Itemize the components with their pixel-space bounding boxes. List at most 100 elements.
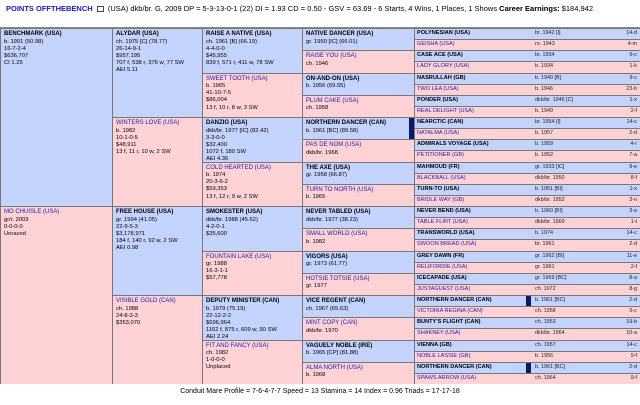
- horse-meta: b. 1961 [BC]: [535, 297, 565, 303]
- horse-detail: AEI 0.98: [116, 245, 139, 252]
- horse-detail: $59,353: [206, 186, 227, 193]
- horse-meta: dkb/br. 1969: [535, 219, 565, 226]
- horse-name-link[interactable]: PLUM CAKE (USA): [306, 98, 411, 106]
- horse-name-link[interactable]: NOBLE LASSIE (GB): [417, 353, 535, 360]
- horse-name-link[interactable]: GEISHA (USA): [417, 41, 535, 48]
- earnings-value: $184,942: [561, 4, 594, 13]
- horse-detail: 22-9-5-3: [116, 223, 138, 230]
- horse-name-link[interactable]: HOTSIE TOTSIE (USA): [306, 276, 411, 284]
- horse-name-title[interactable]: POINTS OFFTHEBENCH: [6, 4, 93, 13]
- g3-cell: FOUNTAIN LAKE (USA) gr. 1988 16-3-1-1 $57,7…: [202, 250, 303, 296]
- family-number: 1-x: [629, 185, 638, 192]
- horse-name-link[interactable]: TURN TO NORTH (USA): [306, 187, 411, 195]
- horse-name-link[interactable]: DEPUTY MINISTER (CAN): [206, 298, 299, 306]
- horse-name-link[interactable]: FIT AND FANCY (USA): [206, 343, 299, 351]
- horse-detail: 707 f, 538 r, 376 w, 77 SW: [116, 60, 184, 67]
- family-number: 9-c: [629, 74, 638, 81]
- horse-meta: b. 1960 [BI]: [535, 208, 563, 214]
- family-number: 8-f: [630, 174, 637, 181]
- horse-name-link[interactable]: VICE REGENT (CAN): [306, 298, 411, 306]
- horse-name-link[interactable]: NEVER TABLED (USA): [306, 209, 411, 217]
- horse-name-link[interactable]: MO CHUISLE (USA): [4, 209, 109, 217]
- horse-name-link[interactable]: NORTHERN DANCER (CAN): [306, 120, 411, 128]
- g3-cell: SMOKESTER (USA) dkb/br. 1988 (45.62) 4-2-0…: [202, 206, 303, 252]
- horse-year-color: dkb/br. 1968: [306, 149, 338, 156]
- horse-name-link[interactable]: VISIBLE GOLD (CAN): [116, 298, 199, 306]
- horse-name-link[interactable]: SPAWS ARROW (USA): [417, 375, 535, 382]
- horse-meta: br. 1954 [I]: [535, 119, 561, 125]
- family-number: 8-g: [629, 285, 637, 292]
- horse-name-link[interactable]: COLD HEARTED (USA): [206, 165, 299, 173]
- horse-detail: AEI 5.11: [116, 67, 138, 74]
- horse-name-link[interactable]: NEVER BEND (USA): [417, 208, 535, 215]
- horse-name-link[interactable]: NATALMA (USA): [417, 130, 535, 137]
- horse-name-link[interactable]: BENCHMARK (USA): [4, 31, 109, 39]
- horse-name-link[interactable]: TRANSWORLD (USA): [417, 230, 535, 237]
- horse-name-link[interactable]: SMOKESTER (USA): [206, 209, 299, 217]
- horse-meta: b. 1974: [535, 230, 553, 237]
- horse-name-link[interactable]: NATIVE DANCER (USA): [306, 31, 411, 39]
- horse-name-link[interactable]: FOUNTAIN LAKE (USA): [206, 254, 299, 262]
- horse-summary: (USA) dkb/br. G, 2009 DP = 5-3-13-0-1 (2…: [107, 4, 498, 13]
- horse-name-link[interactable]: REAL DELIGHT (USA): [417, 108, 535, 115]
- horse-name-link[interactable]: MINT COPY (CAN): [306, 320, 411, 328]
- horse-name-link[interactable]: BLACKBALL (USA): [417, 175, 535, 182]
- family-number: 14-c: [626, 230, 638, 237]
- horse-name-link[interactable]: ADMIRALS VOYAGE (USA): [417, 141, 535, 148]
- horse-name-link[interactable]: ON-AND-ON (USA): [306, 76, 411, 84]
- horse-name-link[interactable]: GREY DAWN (FR): [417, 253, 535, 260]
- horse-name-link[interactable]: BUNTY'S FLIGHT (CAN): [417, 319, 535, 326]
- horse-name-link[interactable]: NASRULLAH (GB): [417, 75, 535, 82]
- horse-name-link[interactable]: VIGORS (USA): [306, 254, 411, 262]
- horse-name-link[interactable]: TABLE FLIRT (USA): [417, 219, 535, 226]
- horse-meta: dkb/br. 1950: [535, 174, 565, 181]
- horse-name-link[interactable]: NORTHERN DANCER (CAN): [417, 297, 535, 304]
- g4-cell: TURN TO NORTH (USA) b. 1965: [302, 183, 415, 207]
- horse-detail: 4-4-0-0: [206, 45, 225, 52]
- horse-name-link[interactable]: CASE ACE (USA): [417, 52, 535, 59]
- horse-name-link[interactable]: LADY GLORY (USA): [417, 63, 535, 70]
- horse-name-link[interactable]: VAGUELY NOBLE (IRE): [306, 343, 411, 351]
- horse-name-link[interactable]: SWOON BREAD (USA): [417, 241, 535, 248]
- horse-name-link[interactable]: PONDER (USA): [417, 97, 535, 104]
- horse-name-link[interactable]: ALYDAR (USA): [116, 31, 199, 39]
- horse-year-color: gr. 1958 (66.87): [306, 172, 347, 178]
- horse-name-link[interactable]: PETITIONER (GB): [417, 152, 535, 159]
- family-number: 9-f: [630, 374, 637, 381]
- horse-name-link[interactable]: POLYNESIAN (USA): [417, 30, 535, 37]
- horse-name-link[interactable]: ALMA NORTH (USA): [306, 365, 411, 373]
- horse-name-link[interactable]: TWO LEA (USA): [417, 86, 535, 93]
- horse-name-link[interactable]: TURN-TO (USA): [417, 186, 535, 193]
- horse-year-color: ch. 1975 [C] (78.77): [116, 38, 168, 45]
- info-icon[interactable]: [96, 6, 104, 13]
- horse-name-link[interactable]: RAISE A NATIVE (USA): [206, 31, 299, 39]
- horse-name-link[interactable]: RELIFORDIE (USA): [417, 264, 535, 271]
- horse-name-link[interactable]: THE AXE (USA): [306, 165, 411, 173]
- horse-name-link[interactable]: MAHMOUD (FR): [417, 164, 535, 171]
- horse-name-link[interactable]: RAISE YOU (USA): [306, 53, 411, 61]
- horse-meta: ch. 1953: [535, 319, 556, 326]
- horse-name-link[interactable]: FREE HOUSE (USA): [116, 209, 199, 217]
- horse-name-link[interactable]: JUSTAGUEST (USA): [417, 286, 535, 293]
- horse-name-link[interactable]: NEARCTIC (CAN): [417, 119, 535, 126]
- horse-year-color: ch. 1946: [306, 60, 329, 67]
- horse-name-link[interactable]: VICTORIA REGINA (CAN): [417, 308, 535, 315]
- family-number: 6-c: [629, 52, 638, 59]
- horse-name-link[interactable]: PAS DE NOM (USA): [306, 142, 411, 150]
- horse-name-link[interactable]: SMALL WORLD (USA): [306, 231, 411, 239]
- horse-name-link[interactable]: BRIDLE WAY (GB): [417, 197, 535, 204]
- family-number: 2-d: [629, 241, 637, 248]
- g4-cell: VAGUELY NOBLE (IRE) b. 1965 [CP] (81.88): [302, 339, 415, 363]
- horse-meta: gr. 1933 [IC]: [535, 163, 565, 170]
- horse-name-link[interactable]: SHAKNEY (USA): [417, 330, 535, 337]
- g4-cell: MINT COPY (CAN) dkb/br. 1970: [302, 317, 415, 341]
- horse-name-link[interactable]: ICECAPADE (USA): [417, 275, 535, 282]
- horse-name-link[interactable]: NORTHERN DANCER (CAN): [417, 364, 535, 371]
- horse-meta: b. 1956: [535, 352, 553, 359]
- horse-name-link[interactable]: DANZIG (USA): [206, 120, 299, 128]
- horse-year-color: gr. 1988: [206, 261, 227, 267]
- horse-name-link[interactable]: VIENNA (GB): [417, 342, 535, 349]
- horse-name-link[interactable]: WINTERS LOVE (USA): [116, 120, 199, 128]
- horse-name-link[interactable]: SWEET TOOTH (USA): [206, 76, 299, 84]
- horse-meta: ch. 1964: [535, 374, 556, 381]
